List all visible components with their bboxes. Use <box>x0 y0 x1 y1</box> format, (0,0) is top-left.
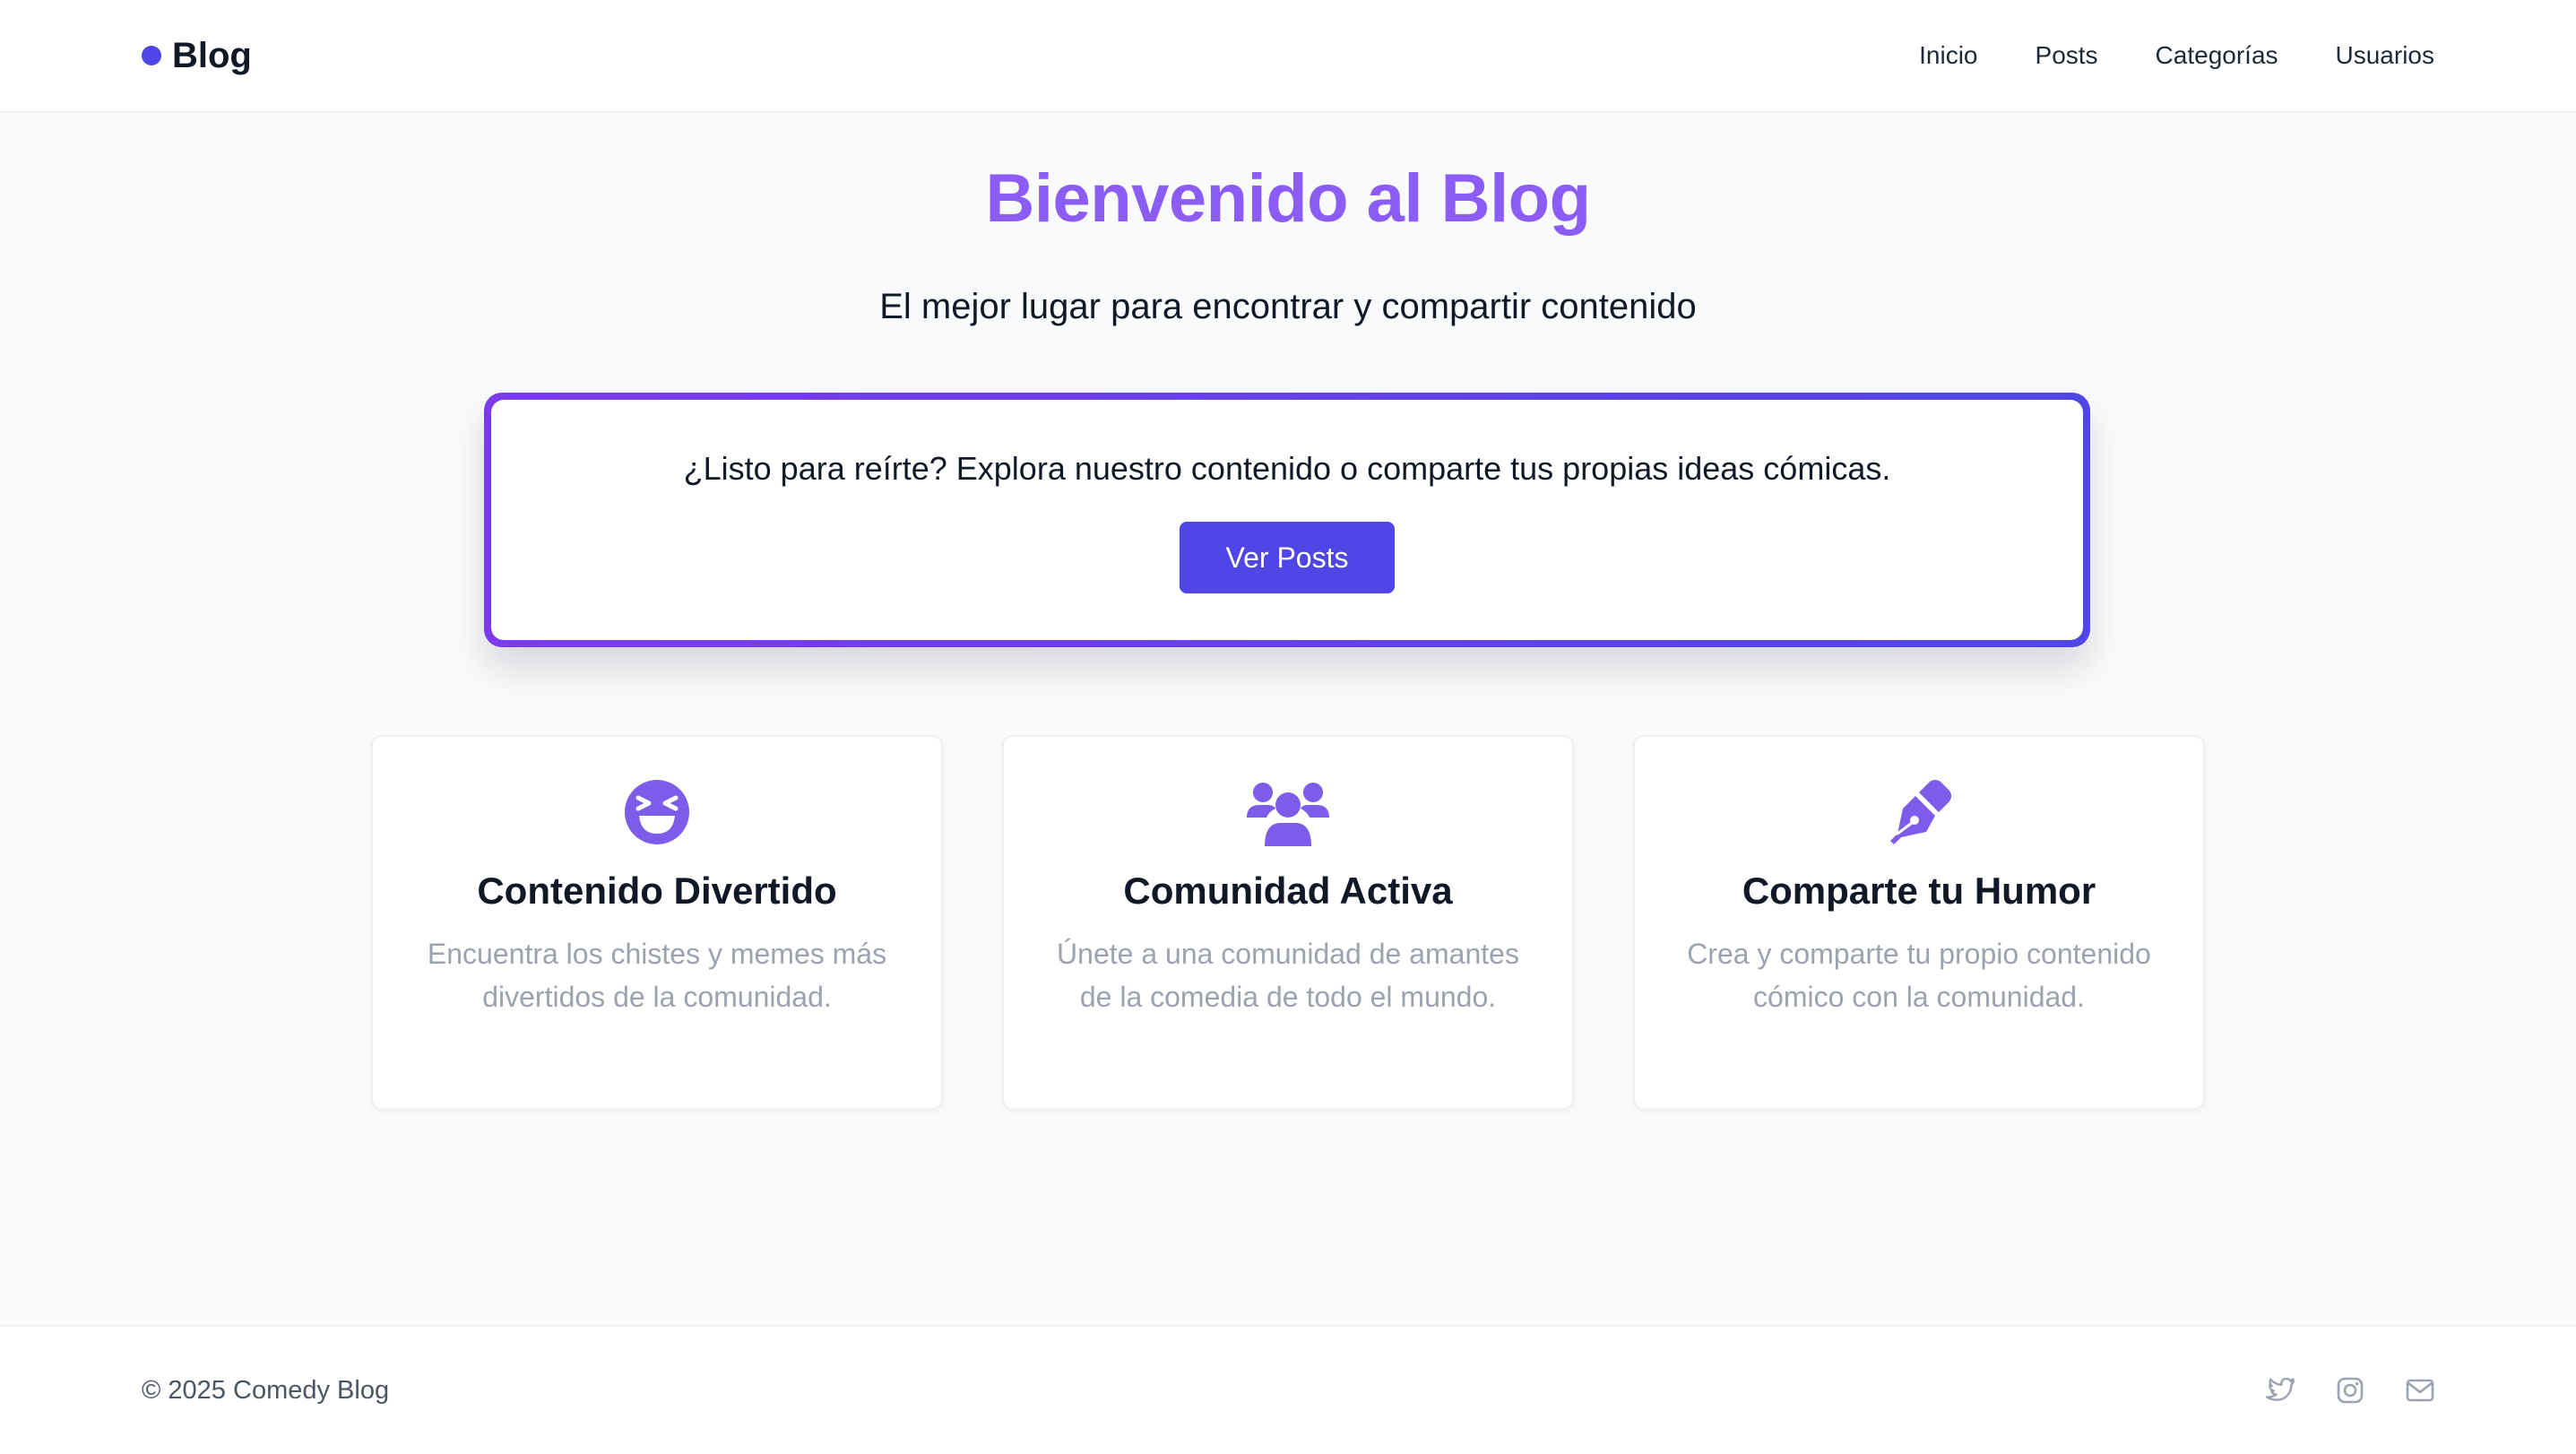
email-icon[interactable] <box>2406 1376 2434 1405</box>
feature-description: Encuentra los chistes y memes más divert… <box>427 938 887 1013</box>
main-nav: Inicio Posts Categorías Usuarios <box>1919 41 2434 70</box>
pen-nib-icon <box>1878 778 1960 846</box>
feature-card-active-community: Comunidad Activa Únete a una comunidad d… <box>1002 735 1574 1110</box>
cta-panel-inner: ¿Listo para reírte? Explora nuestro cont… <box>491 400 2083 640</box>
page-title: Bienvenido al Blog <box>985 160 1591 237</box>
copyright-text: © 2025 Comedy Blog <box>142 1375 390 1405</box>
feature-card-share-humor: Comparte tu Humor Crea y comparte tu pro… <box>1633 735 2205 1110</box>
footer: © 2025 Comedy Blog <box>0 1325 2576 1454</box>
nav-link-categorias[interactable]: Categorías <box>2156 41 2278 70</box>
brand-name: Blog <box>172 35 252 75</box>
feature-title: Comparte tu Humor <box>1742 870 2096 912</box>
social-links <box>2266 1376 2434 1405</box>
cta-text: ¿Listo para reírte? Explora nuestro cont… <box>683 450 1891 487</box>
feature-title: Contenido Divertido <box>477 870 837 912</box>
nav-link-inicio[interactable]: Inicio <box>1919 41 1977 70</box>
brand-dot-icon <box>142 46 161 65</box>
feature-description: Únete a una comunidad de amantes de la c… <box>1057 938 1519 1013</box>
feature-description: Crea y comparte tu propio contenido cómi… <box>1687 938 2151 1013</box>
nav-link-posts[interactable]: Posts <box>2036 41 2098 70</box>
features-section: Contenido Divertido Encuentra los chiste… <box>371 735 2205 1110</box>
twitter-icon[interactable] <box>2266 1376 2295 1405</box>
feature-title: Comunidad Activa <box>1123 870 1453 912</box>
navbar: Blog Inicio Posts Categorías Usuarios <box>0 0 2576 113</box>
instagram-icon[interactable] <box>2336 1376 2364 1405</box>
cta-panel: ¿Listo para reírte? Explora nuestro cont… <box>484 393 2090 647</box>
view-posts-button[interactable]: Ver Posts <box>1180 522 1395 593</box>
page-subtitle: El mejor lugar para encontrar y comparti… <box>879 287 1697 326</box>
users-group-icon <box>1247 778 1329 846</box>
nav-link-usuarios[interactable]: Usuarios <box>2336 41 2434 70</box>
feature-card-fun-content: Contenido Divertido Encuentra los chiste… <box>371 735 943 1110</box>
brand-logo[interactable]: Blog <box>142 36 252 76</box>
laughing-face-icon <box>616 778 698 846</box>
